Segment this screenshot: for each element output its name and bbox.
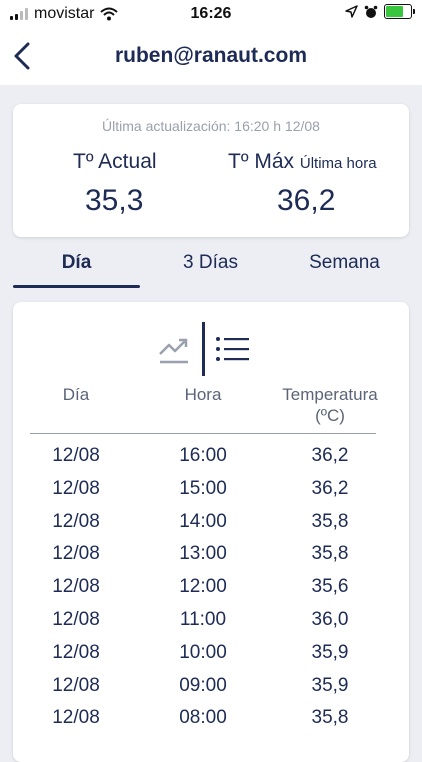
max-temp-value: 36,2	[277, 184, 336, 217]
active-tab-indicator	[13, 285, 140, 288]
cell-day: 12/08	[52, 608, 100, 630]
tab-3-dias[interactable]: 3 Días	[147, 252, 274, 274]
cell-day: 12/08	[52, 576, 100, 598]
last-update-text: Última actualización: 16:20 h 12/08	[102, 118, 320, 134]
cell-day: 12/08	[52, 543, 100, 565]
table-row: 12/08 09:00 35,9	[13, 672, 409, 705]
cell-hour: 12:00	[179, 576, 227, 598]
table-row: 12/08 10:00 35,9	[13, 639, 409, 672]
cell-temperature: 35,8	[311, 543, 349, 565]
table-row: 12/08 12:00 35,6	[13, 573, 409, 606]
cell-temperature: 35,8	[311, 707, 349, 729]
location-arrow-icon	[345, 5, 358, 18]
cell-hour: 10:00	[179, 641, 227, 663]
cell-day: 12/08	[52, 641, 100, 663]
nav-bar: ruben@ranaut.com	[0, 28, 422, 85]
view-toggle	[157, 322, 269, 376]
cell-temperature: 36,2	[311, 477, 349, 499]
column-header-hour: Hora	[184, 385, 222, 404]
max-temp-sublabel: Última hora	[299, 155, 377, 172]
cell-day: 12/08	[52, 510, 100, 532]
max-temp-label-group: Tº Máx Última hora	[228, 150, 377, 174]
cell-temperature: 35,9	[311, 674, 349, 696]
cell-hour: 11:00	[179, 608, 227, 630]
cell-hour: 09:00	[179, 674, 227, 696]
temperature-summary-card: Última actualización: 16:20 h 12/08 Tº A…	[13, 104, 409, 237]
tab-dia[interactable]: Día	[13, 252, 140, 274]
cell-temperature: 35,6	[311, 576, 349, 598]
cell-temperature: 35,9	[311, 641, 349, 663]
header-divider	[30, 433, 376, 434]
battery-icon	[384, 4, 415, 19]
cell-day: 12/08	[52, 674, 100, 696]
status-indicators	[345, 4, 415, 19]
table-row: 12/08 15:00 36,2	[13, 475, 409, 508]
table-row: 12/08 14:00 35,8	[13, 508, 409, 541]
cell-day: 12/08	[52, 445, 100, 466]
cell-day: 12/08	[52, 477, 100, 499]
cell-hour: 16:00	[179, 445, 227, 466]
cell-temperature: 36,2	[311, 445, 349, 466]
cell-temperature: 35,8	[311, 510, 349, 532]
table-row: 12/08 13:00 35,8	[13, 540, 409, 573]
current-temp-value: 35,3	[85, 184, 144, 217]
table-body: 12/08 16:00 36,2 12/08 15:00 36,2 12/08 …	[13, 442, 409, 737]
cell-hour: 14:00	[179, 510, 227, 532]
page-title: ruben@ranaut.com	[114, 44, 307, 67]
view-toggle-divider	[202, 322, 205, 376]
period-tabs: Día 3 Días Semana	[0, 240, 422, 290]
table-row: 12/08 11:00 36,0	[13, 606, 409, 639]
status-bar: movistar 16:26	[0, 0, 422, 28]
alarm-icon	[364, 5, 378, 18]
tab-semana[interactable]: Semana	[281, 252, 408, 274]
table-row: 12/08 08:00 35,8	[13, 704, 409, 737]
table-row: 12/08 16:00 36,2	[13, 442, 409, 475]
temperature-header-line1: Temperatura	[282, 385, 378, 404]
cell-temperature: 36,0	[311, 608, 349, 630]
cell-hour: 08:00	[179, 707, 227, 729]
trending-up-icon[interactable]	[157, 332, 191, 366]
max-temp-label: Tº Máx	[228, 150, 295, 173]
list-icon[interactable]	[215, 334, 251, 364]
temperature-table-card: Día Hora Temperatura (ºC) 12/08 16:00 36…	[13, 302, 409, 762]
cell-hour: 15:00	[179, 477, 227, 499]
column-header-temperature: Temperatura (ºC)	[268, 384, 392, 426]
column-header-day: Día	[62, 385, 90, 404]
temperature-header-line2: (ºC)	[315, 406, 345, 425]
current-temp-label: Tº Actual	[73, 150, 157, 173]
cell-day: 12/08	[52, 707, 100, 729]
cell-hour: 13:00	[179, 543, 227, 565]
